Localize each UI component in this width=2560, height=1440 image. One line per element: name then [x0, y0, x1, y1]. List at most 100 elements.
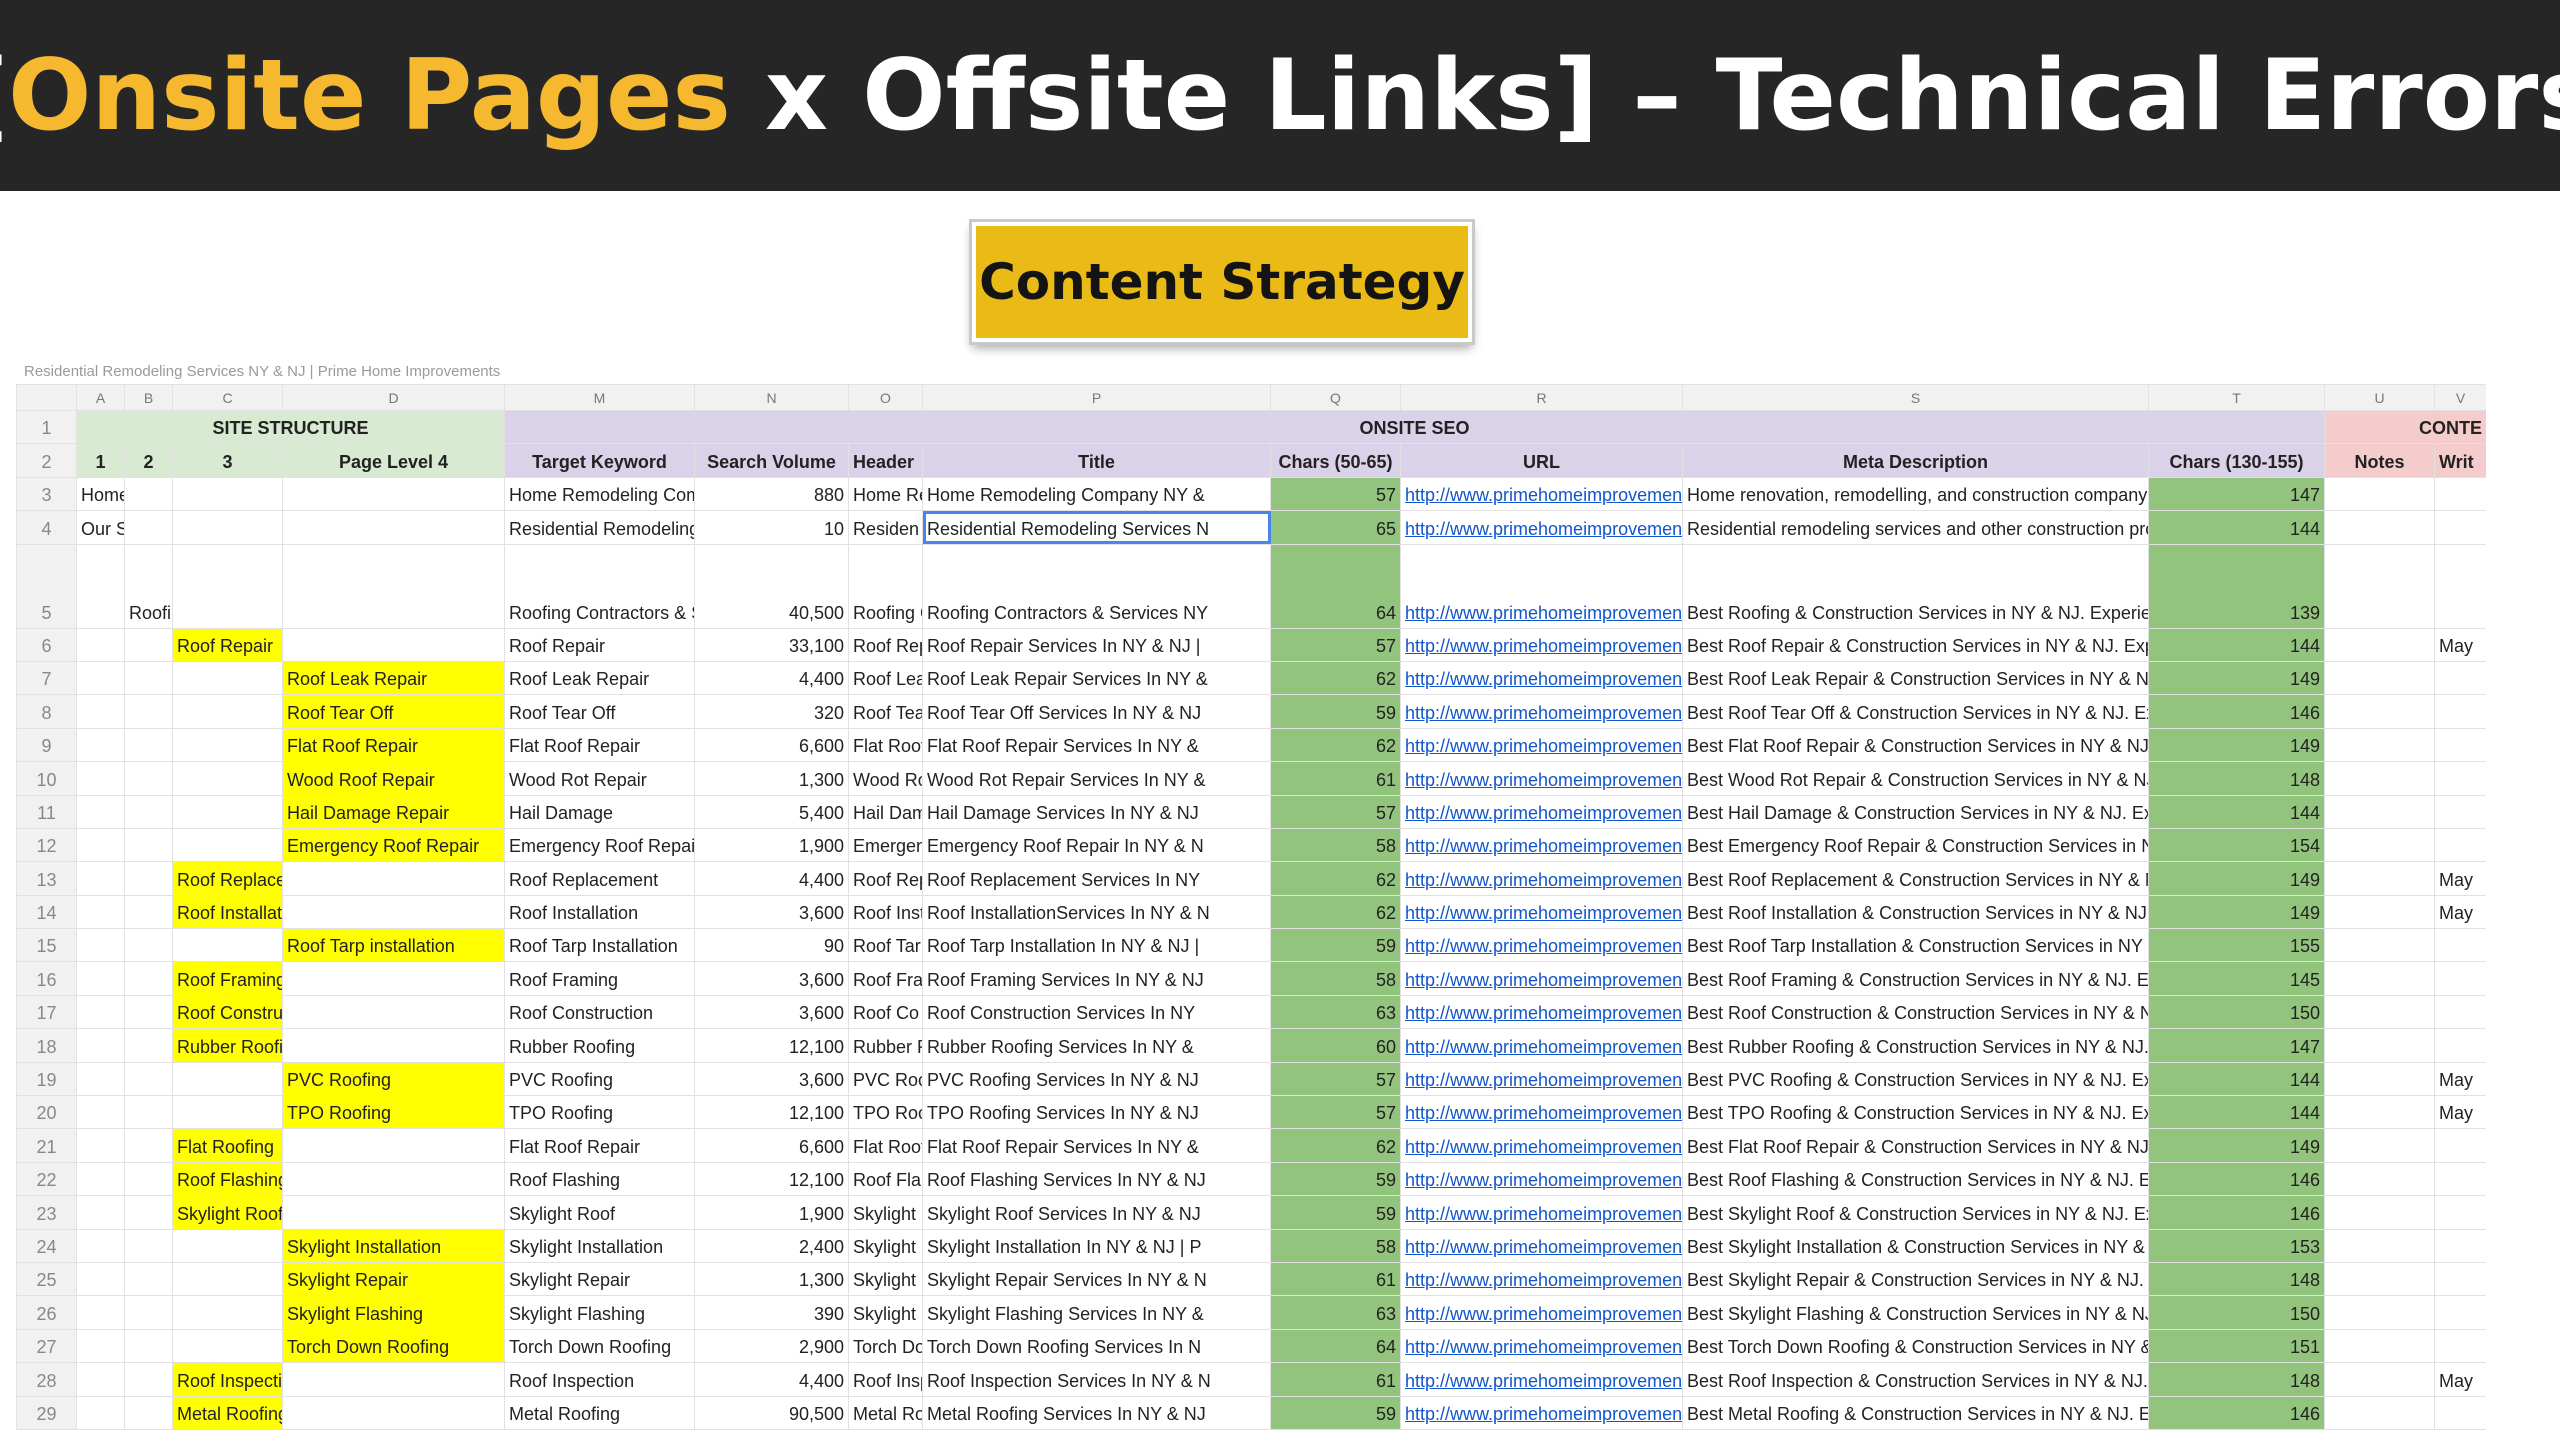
cell-level-4[interactable]: [282, 543, 505, 629]
cell-url[interactable]: http://www.primehomeimprovement: [1400, 543, 1683, 629]
cell-writer[interactable]: [2434, 1028, 2486, 1063]
cell-level-4[interactable]: [282, 1128, 505, 1163]
cell-notes[interactable]: [2324, 1128, 2435, 1163]
cell-title[interactable]: Skylight Roof Services In NY & NJ: [922, 1195, 1271, 1230]
cell-level-4[interactable]: [282, 1161, 505, 1197]
cell-level-3[interactable]: [172, 761, 283, 796]
cell-level-2[interactable]: [124, 660, 173, 696]
row-number[interactable]: 16: [16, 961, 77, 996]
cell-meta-chars[interactable]: 155: [2148, 928, 2325, 963]
row-number[interactable]: 4: [16, 510, 77, 545]
row-number[interactable]: 10: [16, 761, 77, 796]
cell-level-4[interactable]: [282, 994, 505, 1030]
cell-writer[interactable]: [2434, 543, 2486, 629]
cell-level-3[interactable]: [172, 1328, 283, 1364]
cell-level-1[interactable]: [76, 861, 125, 896]
cell-title[interactable]: Metal Roofing Services In NY & NJ: [922, 1395, 1271, 1430]
cell-header[interactable]: Roof Fra: [848, 961, 923, 996]
row-number[interactable]: 19: [16, 1061, 77, 1097]
cell-meta-chars[interactable]: 149: [2148, 861, 2325, 896]
cell-notes[interactable]: [2324, 827, 2435, 863]
cell-search-volume[interactable]: 3,600: [694, 961, 849, 996]
cell-writer[interactable]: [2434, 961, 2486, 996]
cell-meta-chars[interactable]: 149: [2148, 894, 2325, 930]
cell-meta-description[interactable]: Best Wood Rot Repair & Construction Serv…: [1682, 761, 2149, 796]
cell-meta-chars[interactable]: 139: [2148, 543, 2325, 629]
cell-header[interactable]: Rubber R: [848, 1028, 923, 1063]
column-header-m[interactable]: M: [504, 384, 695, 411]
cell-url[interactable]: http://www.primehomeimprovement: [1400, 727, 1683, 763]
column-header-d[interactable]: D: [282, 384, 505, 411]
cell-header[interactable]: Skylight R: [848, 1195, 923, 1230]
cell-level-2[interactable]: [124, 861, 173, 896]
cell-target-keyword[interactable]: Hail Damage: [504, 794, 695, 829]
cell-level-1[interactable]: [76, 794, 125, 829]
cell-meta-chars[interactable]: 144: [2148, 794, 2325, 829]
cell-title[interactable]: Roofing Contractors & Services NY: [922, 543, 1271, 629]
cell-url[interactable]: http://www.primehomeimprovement: [1400, 1395, 1683, 1430]
cell-url[interactable]: http://www.primehomeimprovement: [1400, 861, 1683, 896]
cell-writer[interactable]: [2434, 761, 2486, 796]
cell-header[interactable]: PVC Roo: [848, 1061, 923, 1097]
cell-notes[interactable]: [2324, 1295, 2435, 1330]
cell-meta-chars[interactable]: 145: [2148, 961, 2325, 996]
cell-writer[interactable]: May: [2434, 861, 2486, 896]
row-number[interactable]: 26: [16, 1295, 77, 1330]
cell-level-1[interactable]: [76, 543, 125, 629]
cell-header[interactable]: Wood Ro: [848, 761, 923, 796]
cell-title[interactable]: Roof Tarp Installation In NY & NJ |: [922, 928, 1271, 963]
cell-title-chars[interactable]: 61: [1270, 1261, 1401, 1297]
cell-title-chars[interactable]: 58: [1270, 827, 1401, 863]
row-number[interactable]: 13: [16, 861, 77, 896]
row-number[interactable]: 11: [16, 794, 77, 829]
cell-writer[interactable]: [2434, 1295, 2486, 1330]
cell-level-1[interactable]: [76, 627, 125, 662]
cell-meta-description[interactable]: Best Flat Roof Repair & Construction Ser…: [1682, 1128, 2149, 1163]
cell-title-chars[interactable]: 58: [1270, 1228, 1401, 1263]
cell-writer[interactable]: [2434, 660, 2486, 696]
cell-notes[interactable]: [2324, 694, 2435, 729]
cell-level-1[interactable]: [76, 1362, 125, 1397]
cell-level-1[interactable]: [76, 1028, 125, 1063]
cell-meta-description[interactable]: Best Skylight Flashing & Construction Se…: [1682, 1295, 2149, 1330]
cell-target-keyword[interactable]: Roof Repair: [504, 627, 695, 662]
column-header-n[interactable]: N: [694, 384, 849, 411]
cell-header[interactable]: Roof Co: [848, 994, 923, 1030]
cell-meta-chars[interactable]: 150: [2148, 994, 2325, 1030]
cell-title[interactable]: Roof Inspection Services In NY & N: [922, 1362, 1271, 1397]
cell-notes[interactable]: [2324, 510, 2435, 545]
cell-writer[interactable]: May: [2434, 1362, 2486, 1397]
cell-notes[interactable]: [2324, 794, 2435, 829]
cell-header[interactable]: Residen: [848, 510, 923, 545]
cell-target-keyword[interactable]: Skylight Installation: [504, 1228, 695, 1263]
cell-target-keyword[interactable]: Metal Roofing: [504, 1395, 695, 1430]
cell-meta-description[interactable]: Best Hail Damage & Construction Services…: [1682, 794, 2149, 829]
row-number[interactable]: 21: [16, 1128, 77, 1163]
cell-meta-chars[interactable]: 146: [2148, 1395, 2325, 1430]
cell-target-keyword[interactable]: TPO Roofing: [504, 1095, 695, 1130]
cell-level-2[interactable]: [124, 510, 173, 545]
cell-search-volume[interactable]: 4,400: [694, 1362, 849, 1397]
cell-writer[interactable]: [2434, 794, 2486, 829]
cell-title-chars[interactable]: 59: [1270, 1161, 1401, 1197]
cell-target-keyword[interactable]: Roof Leak Repair: [504, 660, 695, 696]
cell-search-volume[interactable]: 2,400: [694, 1228, 849, 1263]
cell-title-chars[interactable]: 61: [1270, 1362, 1401, 1397]
cell-level-4[interactable]: [282, 961, 505, 996]
row-number[interactable]: 28: [16, 1362, 77, 1397]
cell-writer[interactable]: May: [2434, 1061, 2486, 1097]
cell-url[interactable]: http://www.primehomeimprovement: [1400, 1161, 1683, 1197]
row-number[interactable]: 1: [16, 409, 77, 445]
cell-title[interactable]: Skylight Repair Services In NY & N: [922, 1261, 1271, 1297]
cell-level-2[interactable]: [124, 1328, 173, 1364]
cell-notes[interactable]: [2324, 894, 2435, 930]
cell-meta-chars[interactable]: 144: [2148, 627, 2325, 662]
cell-search-volume[interactable]: 3,600: [694, 894, 849, 930]
cell-notes[interactable]: [2324, 1028, 2435, 1063]
cell-level-3[interactable]: Roof Construction: [172, 994, 283, 1030]
cell-title[interactable]: Roof Flashing Services In NY & NJ: [922, 1161, 1271, 1197]
cell-level-1[interactable]: [76, 1061, 125, 1097]
cell-notes[interactable]: [2324, 761, 2435, 796]
column-header-v[interactable]: V: [2434, 384, 2486, 411]
cell-level-4[interactable]: [282, 1195, 505, 1230]
